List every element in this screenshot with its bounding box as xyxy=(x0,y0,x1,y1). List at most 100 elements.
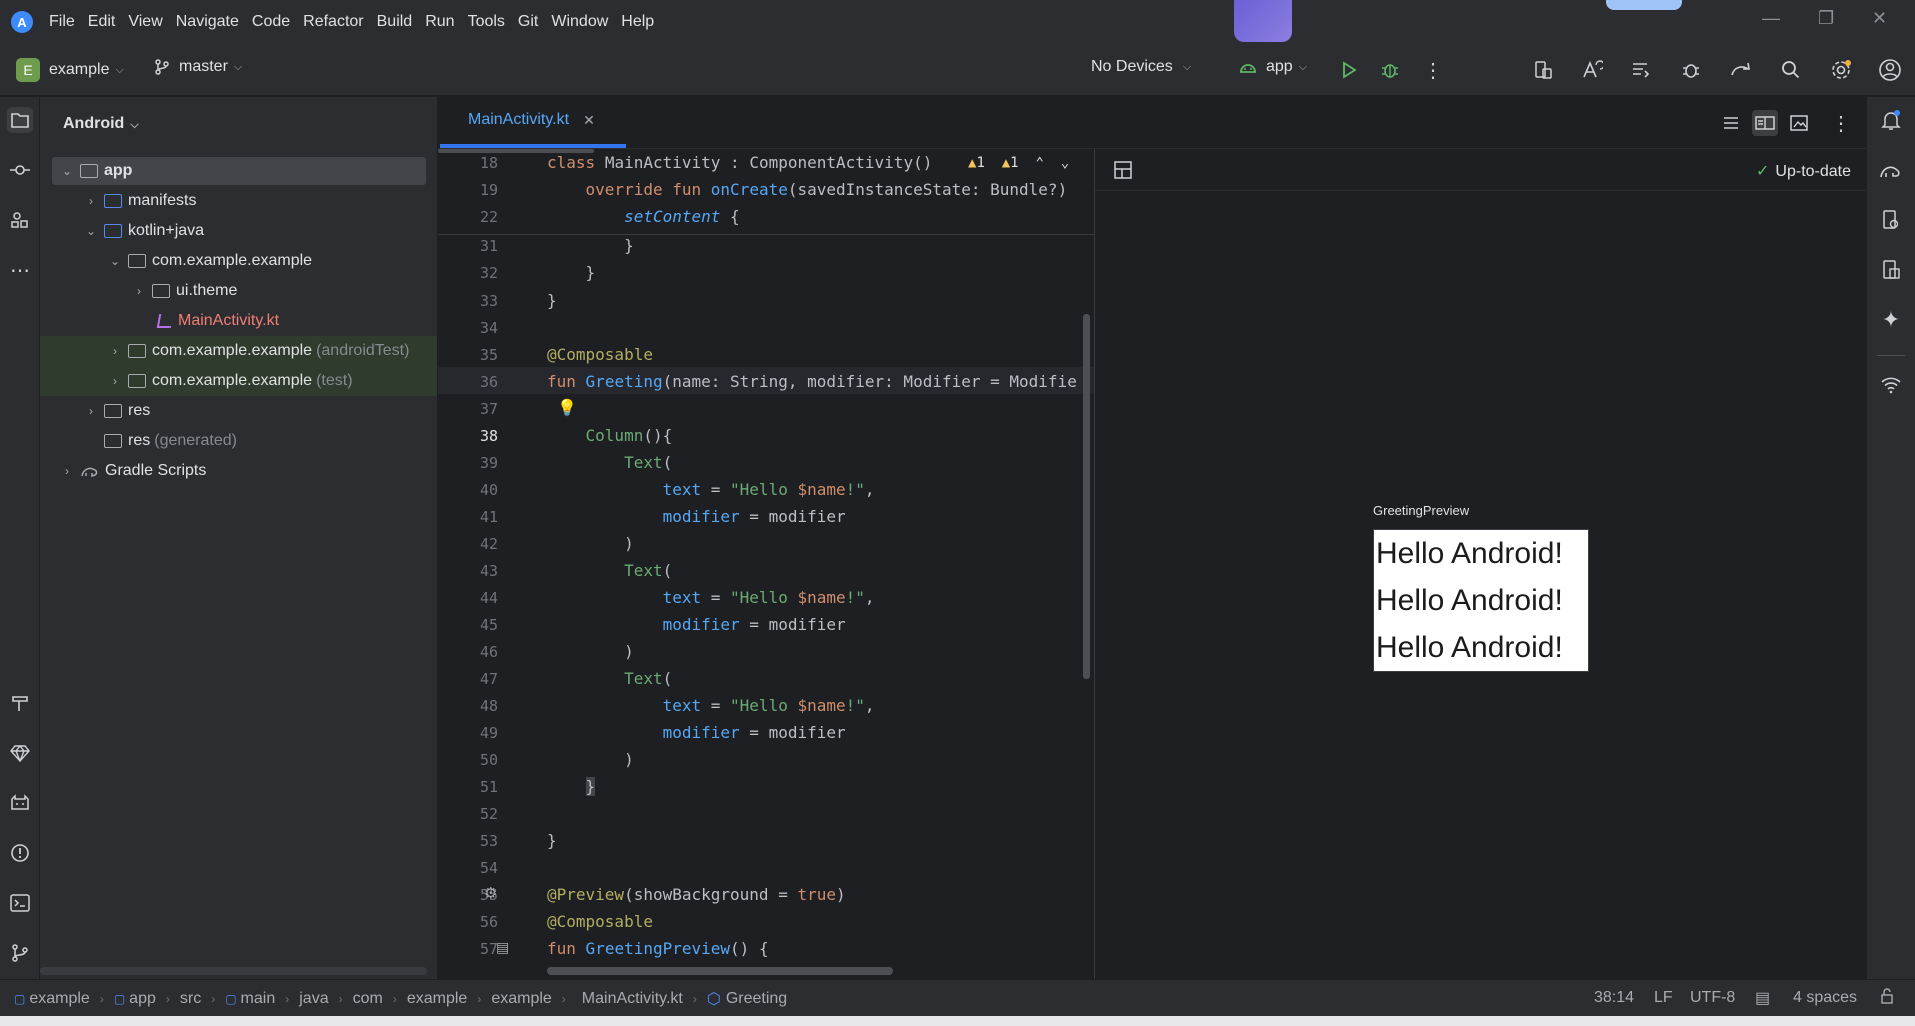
gradle-elephant-icon[interactable] xyxy=(1878,157,1904,183)
more-horizontal-icon[interactable]: ⋯ xyxy=(7,257,33,283)
menu-tools[interactable]: Tools xyxy=(468,13,505,31)
breadcrumb-item[interactable]: Greeting xyxy=(726,990,787,1008)
line-number: 35 xyxy=(479,346,498,364)
tree-row-kotlin-java[interactable]: ⌄ kotlin+java xyxy=(40,216,437,246)
read-only-icon[interactable]: ▤ xyxy=(1755,988,1770,1008)
menu-help[interactable]: Help xyxy=(621,13,654,31)
lock-icon[interactable] xyxy=(1880,988,1894,1009)
editor-horizontal-scrollbar[interactable] xyxy=(547,967,893,975)
tree-row-gradle[interactable]: › Gradle Scripts xyxy=(40,456,437,486)
tree-row-package[interactable]: ⌄ com.example.example xyxy=(40,246,437,276)
breadcrumb-item[interactable]: com xyxy=(353,990,383,1008)
indent-setting[interactable]: 4 spaces xyxy=(1793,989,1857,1007)
breadcrumb-item[interactable]: app xyxy=(129,990,156,1008)
run-config-selector[interactable]: app ⌵ xyxy=(1238,58,1307,76)
gradle-sync-icon[interactable] xyxy=(1728,57,1754,83)
preview-label[interactable]: GreetingPreview xyxy=(1373,503,1469,518)
folder-icon xyxy=(104,194,122,208)
breadcrumb-item[interactable]: src xyxy=(180,990,201,1008)
close-tab-icon[interactable]: ✕ xyxy=(583,112,595,129)
search-icon[interactable] xyxy=(1778,57,1804,83)
function-icon: ⬡ xyxy=(706,991,721,1008)
tree-row-app[interactable]: ⌄ app xyxy=(40,156,437,186)
file-encoding[interactable]: UTF-8 xyxy=(1690,989,1735,1007)
preview-gutter-icon[interactable]: ▤ xyxy=(496,939,509,956)
tree-row-test[interactable]: › com.example.example (test) xyxy=(40,366,437,396)
project-tool-icon[interactable] xyxy=(7,107,33,133)
menu-git[interactable]: Git xyxy=(518,13,538,31)
preview-status: ✓ Up-to-date xyxy=(1756,163,1851,180)
commit-icon[interactable] xyxy=(7,157,33,183)
restore-icon[interactable]: ❐ xyxy=(1818,8,1834,29)
tree-row-ui-theme[interactable]: › ui.theme xyxy=(40,276,437,306)
branch-selector[interactable]: master ⌵ xyxy=(153,58,242,76)
gem-icon[interactable] xyxy=(7,740,33,766)
git-icon[interactable] xyxy=(7,940,33,966)
breadcrumb-item[interactable]: example xyxy=(407,990,467,1008)
translate-icon[interactable] xyxy=(1579,57,1605,83)
lightbulb-icon[interactable]: 💡 xyxy=(557,398,577,418)
code-editor[interactable]: 18 class MainActivity : ComponentActivit… xyxy=(438,149,1094,979)
breadcrumb-item[interactable]: example xyxy=(29,990,89,1008)
menu-file[interactable]: File xyxy=(49,13,75,31)
close-icon[interactable]: ✕ xyxy=(1872,8,1887,29)
notifications-icon[interactable] xyxy=(1878,107,1904,133)
tree-row-main-activity[interactable]: MainActivity.kt xyxy=(40,306,437,336)
gear-icon[interactable]: ⚙ xyxy=(484,884,497,902)
more-vertical-icon[interactable]: ⋮ xyxy=(1828,110,1854,136)
sync-icon[interactable] xyxy=(1628,57,1654,83)
breadcrumb-item[interactable]: example xyxy=(491,990,551,1008)
menu-code[interactable]: Code xyxy=(252,13,290,31)
layout-icon[interactable] xyxy=(1113,160,1133,184)
tree-label: com.example.example xyxy=(152,372,313,389)
breadcrumb-item[interactable]: main xyxy=(241,990,276,1008)
device-explorer-icon[interactable] xyxy=(1878,207,1904,233)
code-view-icon[interactable] xyxy=(1718,110,1744,136)
menu-window[interactable]: Window xyxy=(551,13,608,31)
warning-count[interactable]: ▲1 ▲1 ⌃ ⌄ xyxy=(968,155,1069,171)
wifi-icon[interactable] xyxy=(1878,372,1904,398)
horizontal-scrollbar[interactable] xyxy=(40,967,427,975)
tree-row-android-test[interactable]: › com.example.example (androidTest) xyxy=(40,336,437,366)
debug-icon[interactable] xyxy=(1377,57,1403,83)
breadcrumb-item[interactable]: MainActivity.kt xyxy=(582,990,683,1008)
tree-row-res-generated[interactable]: res (generated) xyxy=(40,426,437,456)
menu-run[interactable]: Run xyxy=(425,13,454,31)
structure-icon[interactable] xyxy=(7,207,33,233)
device-selector[interactable]: No Devices ⌵ xyxy=(1091,58,1191,76)
running-devices-icon[interactable] xyxy=(1878,257,1904,283)
tree-row-manifests[interactable]: › manifests xyxy=(40,186,437,216)
project-view-selector[interactable]: Android ⌵ xyxy=(63,115,139,133)
run-icon[interactable] xyxy=(1336,57,1362,83)
vertical-scrollbar[interactable] xyxy=(1083,314,1090,679)
minimize-icon[interactable]: — xyxy=(1762,8,1780,29)
active-tab-indicator xyxy=(440,144,626,148)
breadcrumb-item[interactable]: java xyxy=(299,990,328,1008)
preview-render[interactable]: Hello Android! Hello Android! Hello Andr… xyxy=(1373,529,1589,672)
menu-refactor[interactable]: Refactor xyxy=(303,13,363,31)
account-icon[interactable] xyxy=(1877,57,1903,83)
settings-icon[interactable] xyxy=(1828,57,1854,83)
problems-icon[interactable] xyxy=(7,840,33,866)
bug-sync-icon[interactable] xyxy=(1678,57,1704,83)
editor-hscroll-thumb[interactable] xyxy=(438,149,594,153)
split-view-icon[interactable] xyxy=(1752,110,1778,136)
line-separator[interactable]: LF xyxy=(1654,989,1673,1007)
project-selector[interactable]: E example ⌵ xyxy=(16,58,124,82)
design-view-icon[interactable] xyxy=(1786,110,1812,136)
more-vertical-icon[interactable]: ⋮ xyxy=(1420,57,1446,83)
menu-edit[interactable]: Edit xyxy=(88,13,116,31)
terminal-icon[interactable] xyxy=(7,890,33,916)
device-manager-icon[interactable] xyxy=(1530,57,1556,83)
menu-build[interactable]: Build xyxy=(377,13,413,31)
caret-position[interactable]: 38:14 xyxy=(1594,989,1634,1007)
menu-view[interactable]: View xyxy=(128,13,162,31)
line-number: 37 xyxy=(479,400,498,418)
menu-navigate[interactable]: Navigate xyxy=(176,13,239,31)
status-bar: ▢ example › ▢ app › src › ▢ main › java › com › e… xyxy=(0,979,1915,1016)
tree-row-res[interactable]: › res xyxy=(40,396,437,426)
build-hammer-icon[interactable] xyxy=(7,690,33,716)
logcat-icon[interactable] xyxy=(7,790,33,816)
tab-main-activity[interactable]: MainActivity.kt ✕ xyxy=(454,111,595,129)
gemini-sparkle-icon[interactable]: ✦ xyxy=(1878,307,1904,333)
